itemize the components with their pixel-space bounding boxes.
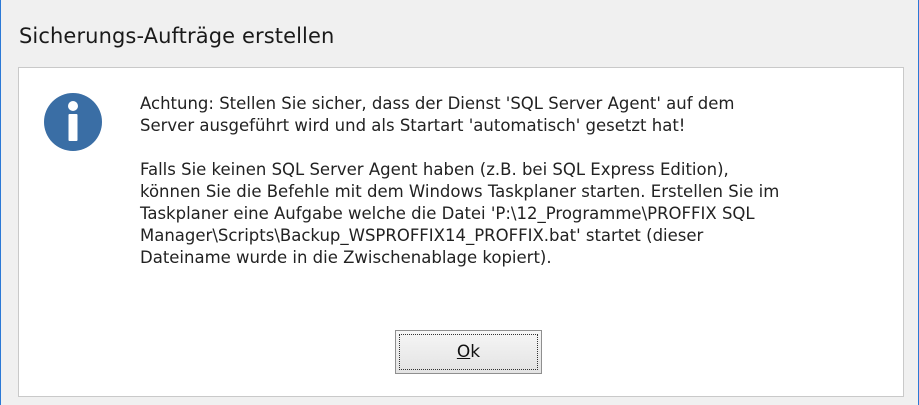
dialog-header: Sicherungs-Aufträge erstellen: [2, 0, 917, 66]
dialog-title: Sicherungs-Aufträge erstellen: [19, 24, 335, 48]
dialog-footer: [2, 397, 917, 405]
ok-button-label-rest: k: [470, 342, 481, 362]
message-paragraph-warning: Achtung: Stellen Sie sicher, dass der Di…: [140, 94, 735, 135]
ok-button-mnemonic: O: [456, 342, 471, 362]
message-text: Achtung: Stellen Sie sicher, dass der Di…: [140, 93, 880, 269]
ok-button[interactable]: Ok: [395, 330, 542, 374]
message-paragraph-instructions: Falls Sie keinen SQL Server Agent haben …: [140, 160, 780, 267]
info-icon: [44, 93, 102, 151]
ok-button-label: Ok: [457, 342, 480, 362]
message-panel: Achtung: Stellen Sie sicher, dass der Di…: [18, 67, 904, 397]
dialog-window: Sicherungs-Aufträge erstellen Achtung: S…: [0, 0, 919, 405]
